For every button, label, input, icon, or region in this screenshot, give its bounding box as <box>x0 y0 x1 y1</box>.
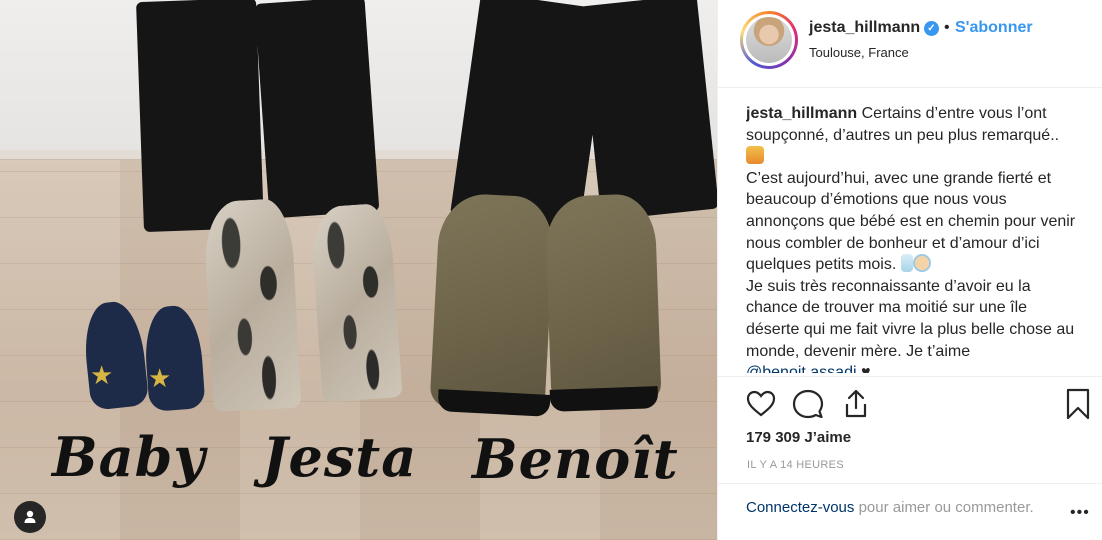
more-options-button[interactable]: ••• <box>1070 504 1090 522</box>
post-sidebar: jesta_hillmann ✓ • S'abonner Toulouse, F… <box>717 0 1102 540</box>
action-bar <box>718 376 1102 430</box>
star-decoration-left: ★ <box>90 360 114 390</box>
user-tag-icon[interactable] <box>14 501 46 533</box>
header-username[interactable]: jesta_hillmann <box>809 19 920 37</box>
star-decoration-right: ★ <box>148 363 172 393</box>
leg-left-jesta <box>136 0 264 233</box>
heart-icon[interactable] <box>744 387 778 421</box>
login-link[interactable]: Connectez-vous <box>746 499 854 516</box>
caption-username[interactable]: jesta_hillmann <box>746 105 857 122</box>
post-caption: jesta_hillmann Certains d’entre vous l’o… <box>746 103 1082 373</box>
avatar-image <box>746 17 792 63</box>
comment-icon[interactable] <box>791 387 825 421</box>
location-link[interactable]: Toulouse, France <box>809 45 909 60</box>
follow-button[interactable]: S'abonner <box>955 19 1033 37</box>
baby-bottle-icon <box>900 254 913 273</box>
login-prompt-text: pour aimer ou commenter. <box>854 499 1034 516</box>
mention-link[interactable]: @benoit.assadi <box>746 364 857 373</box>
post-photo[interactable]: ★ ★ Baby Jesta Benoît <box>0 0 717 540</box>
likes-count[interactable]: 179 309 J’aime <box>746 429 851 446</box>
login-prompt: Connectez-vous pour aimer ou commenter. … <box>718 483 1102 540</box>
post-header: jesta_hillmann ✓ • S'abonner Toulouse, F… <box>718 0 1102 88</box>
verified-badge-icon: ✓ <box>924 21 939 36</box>
caption-line-3: Je suis très reconnaissante d’avoir eu l… <box>746 277 1075 360</box>
share-icon[interactable] <box>839 387 873 421</box>
header-separator: • <box>944 19 950 36</box>
suede-boot-right <box>544 193 662 407</box>
emoji-icon <box>746 146 764 165</box>
leg-right-jesta <box>254 0 380 219</box>
bookmark-icon[interactable] <box>1061 387 1095 421</box>
baby-face-icon <box>912 254 931 273</box>
heart-emoji-icon: ♥ <box>860 364 871 373</box>
post-timestamp[interactable]: IL Y A 14 HEURES <box>747 459 844 471</box>
image-label-benoit: Benoît <box>472 427 679 491</box>
image-label-jesta: Jesta <box>262 425 418 489</box>
leg-right-benoit <box>579 0 717 221</box>
avatar[interactable] <box>740 11 798 69</box>
suede-boot-left <box>429 192 556 413</box>
suede-boot-right-sole <box>549 386 659 412</box>
image-label-baby: Baby <box>52 425 206 489</box>
snake-boot-left <box>202 197 302 413</box>
